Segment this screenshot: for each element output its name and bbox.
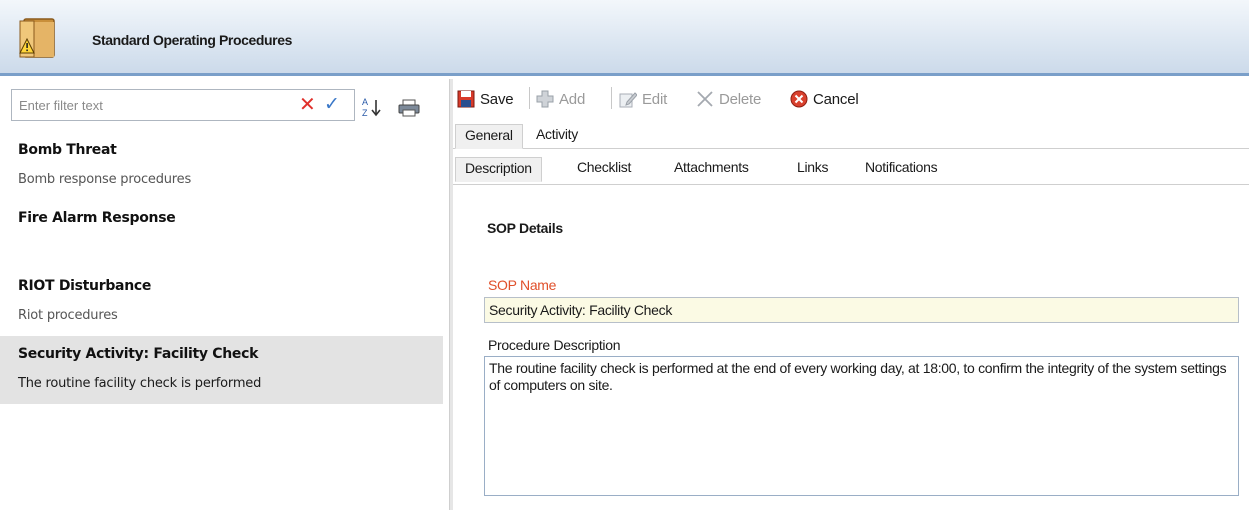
- save-button[interactable]: Save: [457, 89, 514, 109]
- svg-text:A: A: [362, 97, 368, 107]
- sop-warning-icon: [19, 18, 55, 58]
- list-item-selected[interactable]: Security Activity: Facility Check The ro…: [0, 336, 443, 404]
- tab-general[interactable]: General: [455, 124, 523, 149]
- list-item-title: Fire Alarm Response: [18, 210, 176, 226]
- add-icon: [536, 90, 554, 108]
- list-item-description: Riot procedures: [18, 308, 118, 323]
- title-bar: Standard Operating Procedures: [0, 0, 1249, 76]
- list-item-title: Bomb Threat: [18, 142, 117, 158]
- list-item[interactable]: Fire Alarm Response: [0, 200, 443, 268]
- tab-description[interactable]: Description: [455, 157, 542, 182]
- delete-button[interactable]: Delete: [696, 89, 761, 109]
- save-label: Save: [480, 90, 514, 108]
- sort-az-icon[interactable]: A Z: [362, 96, 382, 118]
- filter-box: ✕ ✓: [11, 89, 355, 121]
- primary-tabs: General Activity: [453, 119, 1249, 149]
- page-title: Standard Operating Procedures: [92, 32, 293, 48]
- sop-name-field[interactable]: Security Activity: Facility Check: [484, 297, 1239, 323]
- procedure-description-label: Procedure Description: [488, 337, 621, 353]
- sop-list: Bomb Threat Bomb response procedures Fir…: [0, 132, 443, 404]
- list-item-description: The routine facility check is performed: [18, 376, 262, 391]
- tab-attachments[interactable]: Attachments: [665, 157, 758, 180]
- cancel-button[interactable]: Cancel: [790, 89, 859, 109]
- cancel-icon: [790, 90, 808, 108]
- secondary-tabs: Description Checklist Attachments Links …: [453, 152, 1249, 185]
- edit-icon: [619, 92, 637, 108]
- tab-links[interactable]: Links: [788, 157, 837, 180]
- list-item-title: RIOT Disturbance: [18, 278, 152, 294]
- tab-notifications[interactable]: Notifications: [856, 157, 946, 180]
- section-heading: SOP Details: [487, 220, 563, 236]
- description-content: SOP Details SOP Name Security Activity: …: [453, 186, 1249, 510]
- list-item-title: Security Activity: Facility Check: [18, 346, 259, 362]
- add-button[interactable]: Add: [536, 89, 585, 109]
- toolbar: Save Add Edit Delete Cancel: [453, 79, 1249, 117]
- delete-label: Delete: [719, 90, 762, 108]
- tab-checklist[interactable]: Checklist: [568, 157, 640, 180]
- procedure-description-textarea[interactable]: The routine facility check is performed …: [484, 356, 1239, 496]
- list-item-description: Bomb response procedures: [18, 172, 192, 187]
- toolbar-separator: [529, 87, 530, 109]
- tab-activity[interactable]: Activity: [527, 124, 587, 147]
- toolbar-separator: [611, 87, 612, 109]
- save-icon: [457, 90, 475, 108]
- sop-detail-panel: Save Add Edit Delete Cancel General Acti…: [453, 79, 1249, 510]
- sop-name-label: SOP Name: [488, 277, 557, 293]
- cancel-label: Cancel: [813, 90, 859, 108]
- edit-label: Edit: [642, 90, 668, 108]
- clear-filter-icon[interactable]: ✕: [299, 95, 317, 115]
- filter-input[interactable]: [12, 90, 282, 120]
- svg-text:Z: Z: [362, 108, 368, 118]
- apply-filter-icon[interactable]: ✓: [324, 95, 344, 115]
- sop-list-panel: ✕ ✓ Bomb Threat Bomb response procedures…: [0, 79, 452, 510]
- print-icon[interactable]: [398, 99, 420, 117]
- list-item[interactable]: Bomb Threat Bomb response procedures: [0, 132, 443, 200]
- edit-button[interactable]: Edit: [619, 89, 667, 109]
- add-label: Add: [559, 90, 586, 108]
- delete-icon: [697, 91, 713, 107]
- list-item[interactable]: RIOT Disturbance Riot procedures: [0, 268, 443, 336]
